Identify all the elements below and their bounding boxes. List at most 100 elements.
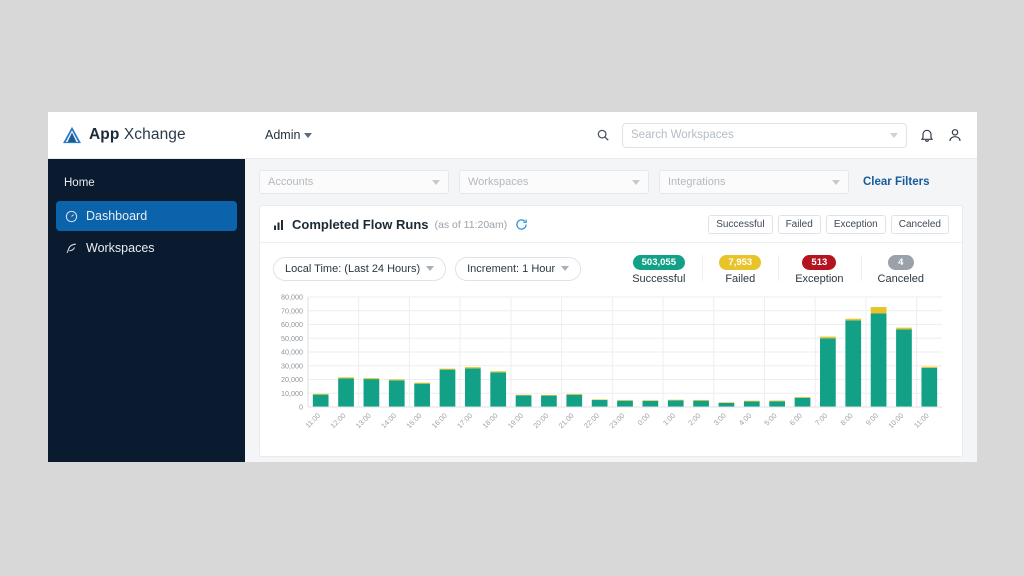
status-badge: 7,953 <box>719 255 762 270</box>
svg-text:50,000: 50,000 <box>281 334 303 343</box>
svg-text:20:00: 20:00 <box>531 411 550 430</box>
svg-text:11:00: 11:00 <box>303 411 322 430</box>
app-body: Home Dashboard Workspaces Accounts Works… <box>48 159 977 462</box>
svg-text:80,000: 80,000 <box>281 293 303 302</box>
svg-text:0:00: 0:00 <box>636 411 652 427</box>
sidebar-item-dashboard[interactable]: Dashboard <box>56 201 237 231</box>
chevron-down-icon <box>632 179 640 185</box>
summary-stats: 503,055 Successful 7,953 Failed 513 Exce… <box>615 252 949 285</box>
legend-button-successful[interactable]: Successful <box>708 215 773 234</box>
svg-text:11:00: 11:00 <box>912 411 931 430</box>
svg-text:23:00: 23:00 <box>607 411 626 430</box>
svg-text:70,000: 70,000 <box>281 306 303 315</box>
integrations-filter[interactable]: Integrations <box>659 170 849 194</box>
accounts-filter-label: Accounts <box>268 176 314 188</box>
svg-text:19:00: 19:00 <box>506 411 525 430</box>
svg-text:22:00: 22:00 <box>582 411 601 430</box>
chevron-down-icon <box>426 266 435 271</box>
gauge-icon <box>65 210 78 222</box>
chevron-down-icon <box>561 266 570 271</box>
time-range-select[interactable]: Local Time: (Last 24 Hours) <box>273 256 447 281</box>
app-window: App Xchange Admin Home <box>48 112 977 462</box>
svg-text:3:00: 3:00 <box>712 411 728 427</box>
brand-name: App Xchange <box>89 126 186 144</box>
increment-select[interactable]: Increment: 1 Hour <box>455 256 582 281</box>
completed-flow-runs-card: Completed Flow Runs (as of 11:20am) Succ… <box>259 205 963 457</box>
legend-buttons: Successful Failed Exception Canceled <box>708 215 949 234</box>
brand-name-bold: App <box>89 126 120 143</box>
stat-successful[interactable]: 503,055 Successful <box>615 252 702 285</box>
stat-label: Exception <box>795 273 844 285</box>
search-input[interactable] <box>631 129 886 141</box>
sidebar-item-home[interactable]: Home <box>48 171 245 199</box>
admin-menu-label: Admin <box>265 128 301 142</box>
triangle-logo-icon <box>63 126 81 144</box>
admin-menu[interactable]: Admin <box>265 128 313 142</box>
svg-text:1:00: 1:00 <box>661 411 677 427</box>
status-badge: 503,055 <box>632 255 685 270</box>
stat-label: Canceled <box>877 273 924 285</box>
card-controls: Local Time: (Last 24 Hours) Increment: 1… <box>260 243 962 289</box>
flow-runs-bar-chart[interactable]: 0 10,000 20,000 30,000 40,000 50,000 60,000 70,… <box>270 293 948 433</box>
bell-icon[interactable] <box>919 127 935 143</box>
integrations-filter-label: Integrations <box>668 176 726 188</box>
svg-text:60,000: 60,000 <box>281 320 303 329</box>
status-badge: 4 <box>887 255 914 270</box>
svg-text:17:00: 17:00 <box>455 411 474 430</box>
chevron-down-icon <box>832 179 840 185</box>
stat-canceled[interactable]: 4 Canceled <box>860 252 941 285</box>
brand-logo[interactable]: App Xchange <box>48 126 245 144</box>
brand-name-light: Xchange <box>123 126 186 143</box>
svg-text:20,000: 20,000 <box>281 375 303 384</box>
status-badge: 513 <box>802 255 837 270</box>
svg-text:15:00: 15:00 <box>404 411 423 430</box>
search-box[interactable] <box>622 122 907 148</box>
chevron-down-icon <box>432 179 440 185</box>
search-icon[interactable] <box>596 128 610 142</box>
stat-failed[interactable]: 7,953 Failed <box>702 252 778 285</box>
svg-text:13:00: 13:00 <box>354 411 373 430</box>
filter-bar: Accounts Workspaces Integrations Clear F… <box>259 170 963 194</box>
svg-text:8:00: 8:00 <box>838 411 854 427</box>
card-subtitle: (as of 11:20am) <box>434 218 508 231</box>
svg-text:40,000: 40,000 <box>281 348 303 357</box>
svg-text:21:00: 21:00 <box>557 411 576 430</box>
accounts-filter[interactable]: Accounts <box>259 170 449 194</box>
svg-text:2:00: 2:00 <box>686 411 702 427</box>
svg-text:10,000: 10,000 <box>281 389 303 398</box>
svg-text:18:00: 18:00 <box>481 411 500 430</box>
feather-icon <box>66 243 76 253</box>
chart-area: 0 10,000 20,000 30,000 40,000 50,000 60,000 70,… <box>260 289 962 433</box>
stat-label: Successful <box>632 273 686 285</box>
legend-button-canceled[interactable]: Canceled <box>890 215 949 234</box>
sidebar-item-workspaces[interactable]: Workspaces <box>56 233 237 263</box>
increment-label: Increment: 1 Hour <box>467 262 556 275</box>
svg-text:10:00: 10:00 <box>886 411 905 430</box>
legend-button-exception[interactable]: Exception <box>825 215 886 234</box>
card-header: Completed Flow Runs (as of 11:20am) Succ… <box>260 206 962 243</box>
time-range-label: Local Time: (Last 24 Hours) <box>285 262 421 275</box>
legend-button-failed[interactable]: Failed <box>777 215 821 234</box>
svg-text:12:00: 12:00 <box>328 411 347 430</box>
bar-chart-icon <box>274 219 283 230</box>
sidebar: Home Dashboard Workspaces <box>48 159 245 462</box>
svg-text:7:00: 7:00 <box>813 411 829 427</box>
main-content: Accounts Workspaces Integrations Clear F… <box>245 159 977 462</box>
sidebar-item-label: Home <box>64 177 95 189</box>
refresh-icon[interactable] <box>515 218 528 231</box>
stat-label: Failed <box>725 273 756 285</box>
top-bar: App Xchange Admin <box>48 112 977 159</box>
user-icon[interactable] <box>947 127 963 143</box>
clear-filters-button[interactable]: Clear Filters <box>863 176 929 188</box>
sidebar-item-label: Workspaces <box>86 241 155 255</box>
stat-exception[interactable]: 513 Exception <box>778 252 860 285</box>
svg-text:14:00: 14:00 <box>379 411 398 430</box>
top-bar-right <box>596 122 977 148</box>
svg-text:4:00: 4:00 <box>737 411 753 427</box>
chevron-down-icon <box>304 132 313 138</box>
chevron-down-icon[interactable] <box>890 132 898 138</box>
workspaces-filter[interactable]: Workspaces <box>459 170 649 194</box>
svg-text:5:00: 5:00 <box>762 411 778 427</box>
svg-text:6:00: 6:00 <box>788 411 804 427</box>
svg-text:16:00: 16:00 <box>430 411 449 430</box>
